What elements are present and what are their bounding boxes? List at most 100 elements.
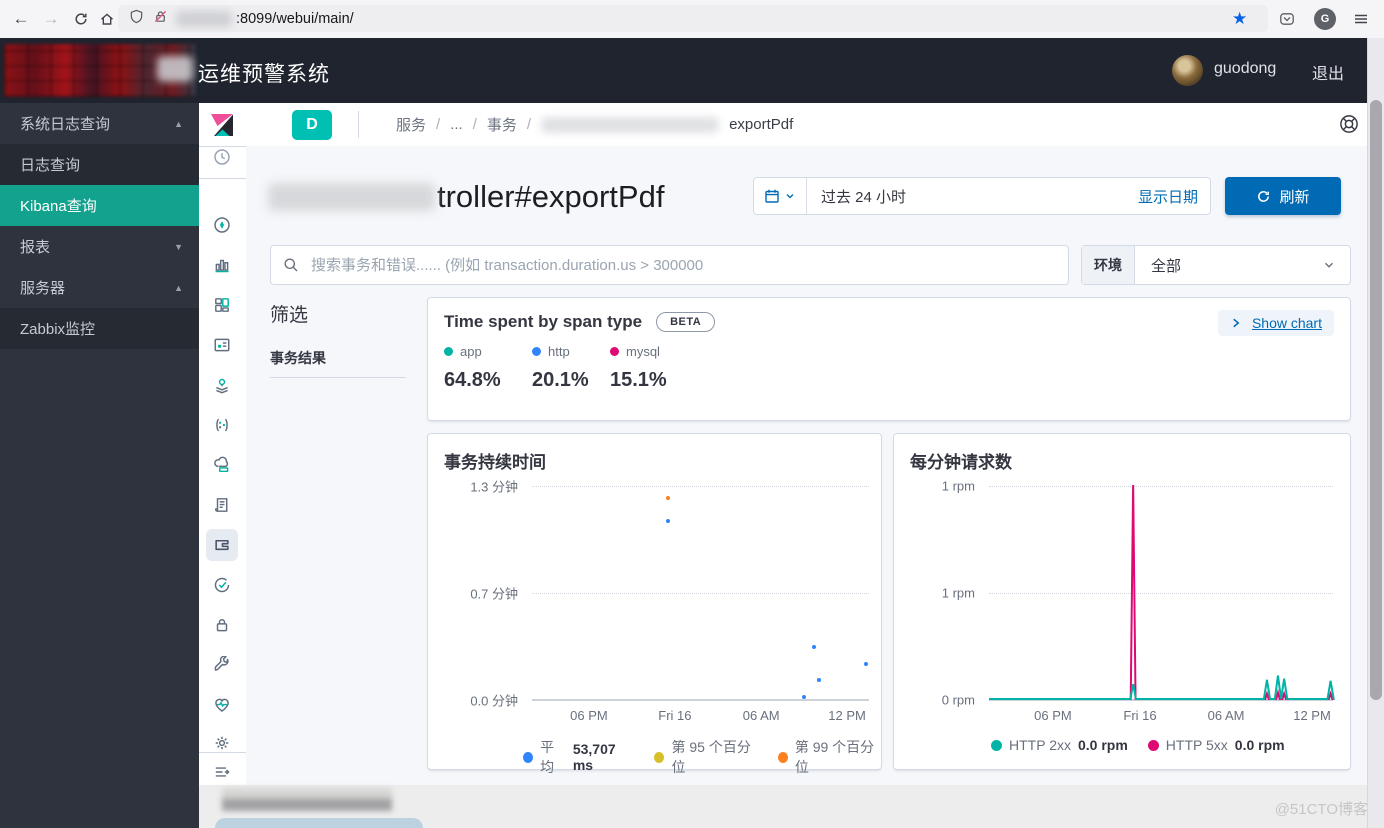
browser-profile-badge[interactable]: G: [1314, 8, 1336, 30]
legend-dot: [1147, 739, 1159, 751]
help-icon[interactable]: [1338, 113, 1360, 140]
machine-learning-icon[interactable]: [206, 409, 238, 441]
chevron-right-icon: [1233, 318, 1240, 328]
span-legend-app: app: [444, 344, 532, 359]
sidebar-item-kibana-query[interactable]: Kibana查询: [0, 185, 199, 226]
chart-plot-area: [989, 484, 1335, 701]
bookmark-star-icon[interactable]: ★: [1232, 9, 1247, 29]
siem-lock-icon[interactable]: [206, 609, 238, 641]
environment-select[interactable]: 环境 全部: [1081, 245, 1351, 285]
browser-reload-icon[interactable]: [70, 8, 92, 30]
discover-icon[interactable]: [206, 209, 238, 241]
calendar-menu-button[interactable]: [754, 178, 807, 214]
legend-item: 第 99 个百分位: [777, 737, 881, 777]
browser-forward-icon[interactable]: →: [40, 8, 62, 30]
sidebar-item-reports-group[interactable]: 报表 ▼: [0, 226, 199, 267]
show-dates-button[interactable]: 显示日期: [1138, 186, 1210, 207]
breadcrumb-ellipsis[interactable]: ...: [450, 116, 463, 133]
title-redacted-blur: [268, 183, 435, 211]
rail-divider: [199, 178, 246, 179]
uptime-icon[interactable]: [206, 569, 238, 601]
app-title: 运维预警系统: [198, 63, 330, 86]
y-tick: 0 rpm: [941, 692, 975, 708]
shield-icon[interactable]: [129, 9, 144, 29]
beta-badge: BETA: [656, 312, 716, 332]
time-range-value[interactable]: 过去 24 小时: [807, 186, 1138, 207]
browser-home-icon[interactable]: [96, 8, 118, 30]
x-tick: Fri 16: [1123, 708, 1157, 723]
legend-dot: [991, 739, 1002, 751]
chart-legend: HTTP 2xx 0.0 rpm HTTP 5xx 0.0 rpm: [991, 737, 1285, 753]
search-input[interactable]: [309, 255, 1068, 275]
footer-pill: [215, 818, 423, 828]
transaction-title: troller#exportPdf: [268, 176, 664, 218]
transaction-duration-chart-card: 事务持续时间 1.3 分钟 0.7 分钟 0.0 分钟 06 PM Fri 16 06 …: [427, 433, 882, 775]
span-panel-title: Time spent by span type: [444, 312, 643, 331]
span-pct-mysql: 15.1%: [610, 369, 667, 391]
apm-icon[interactable]: [206, 529, 238, 561]
sidebar-item-system-log-group[interactable]: 系统日志查询 ▲: [0, 103, 199, 144]
y-axis-labels: 1 rpm 1 rpm 0 rpm: [894, 479, 983, 708]
collapse-nav-icon[interactable]: [206, 756, 238, 788]
x-tick: 06 AM: [742, 708, 780, 723]
legend-item: HTTP 2xx 0.0 rpm: [991, 737, 1128, 753]
dev-tools-wrench-icon[interactable]: [206, 649, 238, 681]
browser-menu-icon[interactable]: [1350, 8, 1372, 30]
legend-dot: [523, 751, 534, 763]
time-picker: 过去 24 小时 显示日期: [753, 177, 1211, 215]
data-point: [666, 495, 671, 500]
breadcrumb-transactions-link[interactable]: 事务: [487, 114, 517, 135]
scrollbar-track: [1367, 38, 1384, 828]
data-point: [812, 644, 817, 649]
management-gear-icon[interactable]: [206, 727, 238, 759]
environment-value: 全部: [1151, 257, 1182, 275]
watermark: @51CTO博客: [1274, 801, 1368, 818]
show-chart-button[interactable]: Show chart: [1217, 310, 1334, 336]
infrastructure-icon[interactable]: [206, 449, 238, 481]
address-bar[interactable]: :8099/webui/main/ ★: [118, 5, 1268, 32]
url-redacted-blur: [176, 10, 232, 27]
sidebar-item-log-query[interactable]: 日志查询: [0, 144, 199, 185]
sidebar-item-servers-group[interactable]: 服务器 ▲: [0, 267, 199, 308]
sidebar-item-label: 系统日志查询: [20, 116, 111, 133]
dashboard-icon[interactable]: [206, 289, 238, 321]
line-series: [989, 484, 1335, 700]
breadcrumb-redacted-blur: [541, 116, 720, 133]
scrollbar-thumb[interactable]: [1370, 100, 1382, 700]
username: guodong: [1214, 60, 1277, 77]
data-point: [802, 694, 807, 699]
recently-viewed-icon[interactable]: [206, 141, 238, 173]
filters-heading: 筛选: [270, 305, 309, 326]
gridline: [532, 486, 869, 487]
legend-dot: [444, 347, 453, 356]
span-legend-http: http: [532, 344, 610, 359]
y-tick: 1.3 分钟: [470, 479, 518, 495]
y-axis-labels: 1.3 分钟 0.7 分钟 0.0 分钟: [428, 480, 526, 709]
space-badge[interactable]: D: [292, 110, 332, 140]
legend-dot: [610, 347, 619, 356]
sidebar-item-zabbix[interactable]: Zabbix监控: [0, 308, 199, 349]
insecure-lock-icon[interactable]: [153, 9, 168, 29]
kibana-logo[interactable]: [206, 109, 238, 141]
url-text: :8099/webui/main/: [236, 10, 354, 27]
browser-back-icon[interactable]: ←: [10, 8, 32, 30]
breadcrumb: 服务 / ... / 事务 / exportPdf: [396, 114, 794, 135]
x-tick: 12 PM: [1293, 708, 1331, 723]
transaction-result-filter: 事务结果: [270, 350, 326, 366]
logs-icon[interactable]: [206, 489, 238, 521]
visualize-icon[interactable]: [206, 249, 238, 281]
maps-icon[interactable]: [206, 369, 238, 401]
legend-dot: [777, 751, 788, 763]
breadcrumb-services-link[interactable]: 服务: [396, 114, 426, 135]
sidebar-item-label: Kibana查询: [20, 198, 97, 215]
logout-button[interactable]: 退出: [1312, 60, 1344, 84]
chevron-up-icon: ▲: [174, 282, 183, 293]
stack-monitoring-icon[interactable]: [206, 689, 238, 721]
chart-title: 事务持续时间: [444, 453, 546, 472]
pocket-icon[interactable]: [1276, 8, 1298, 30]
avatar[interactable]: [1172, 55, 1203, 86]
canvas-icon[interactable]: [206, 329, 238, 361]
legend-dot: [532, 347, 541, 356]
refresh-button[interactable]: 刷新: [1225, 177, 1341, 215]
kibana-nav-rail: [199, 103, 247, 785]
